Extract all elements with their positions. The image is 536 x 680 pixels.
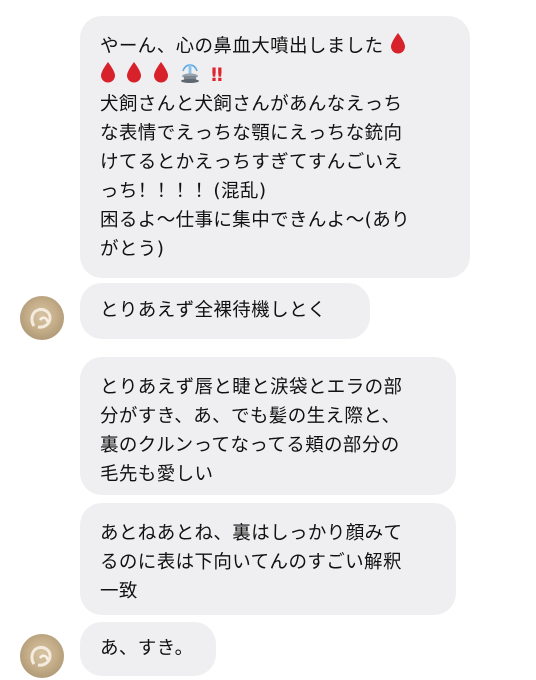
message-bubble[interactable]: あ、すき。 [80, 622, 216, 676]
message-text: やーん、心の鼻血大噴出しました [100, 36, 384, 57]
message-text: っち！！！！(混乱) [100, 181, 267, 202]
message-text: がとう) [100, 239, 165, 260]
blood-drop-icon [127, 62, 142, 83]
avatar-image [30, 308, 52, 329]
message-text: とりあえず全裸待機しとく [100, 300, 327, 321]
message-bubble[interactable]: あとねあとね、裏はしっかり顔みて るのに表は下向いてんのすごい解釈 一致 [80, 503, 456, 615]
user-avatar[interactable] [20, 296, 64, 340]
blood-drop-icon [390, 33, 405, 54]
message-text: 分がすき、あ、でも髪の生え際と、 [100, 406, 401, 427]
exclamation-mark: ‼ [211, 65, 223, 86]
message-text: 毛先も愛しい [100, 464, 214, 485]
message-text: とりあえず唇と睫と涙袋とエラの部 [100, 377, 403, 398]
message-text: な表情でえっちな顎にえっちな銃向 [100, 123, 403, 144]
message-bubble[interactable]: やーん、心の鼻血大噴出しました ‼ 犬飼さんと犬飼さんがあんなえっち な表情でえ… [80, 16, 470, 278]
message-text: 困るよ〜仕事に集中できんよ〜(あり [100, 210, 411, 231]
fountain-icon [180, 64, 199, 83]
message-text: あ、すき。 [100, 638, 194, 659]
avatar-image [30, 646, 52, 667]
message-text: 裏のクルンってなってる頬の部分の [100, 435, 400, 456]
message-bubble[interactable]: とりあえず唇と睫と涙袋とエラの部 分がすき、あ、でも髪の生え際と、 裏のクルンっ… [80, 357, 456, 495]
message-text: けてるとかえっちすぎてすんごいえ [100, 152, 403, 173]
message-text: 一致 [100, 581, 138, 602]
message-bubble[interactable]: とりあえず全裸待機しとく [80, 283, 370, 339]
message-text: るのに表は下向いてんのすごい解釈 [100, 552, 402, 573]
user-avatar[interactable] [20, 634, 64, 678]
message-text: 犬飼さんと犬飼さんがあんなえっち [100, 94, 403, 115]
blood-drop-icon [153, 62, 168, 83]
blood-drop-icon [101, 62, 115, 83]
message-text: あとねあとね、裏はしっかり顔みて [100, 523, 403, 544]
